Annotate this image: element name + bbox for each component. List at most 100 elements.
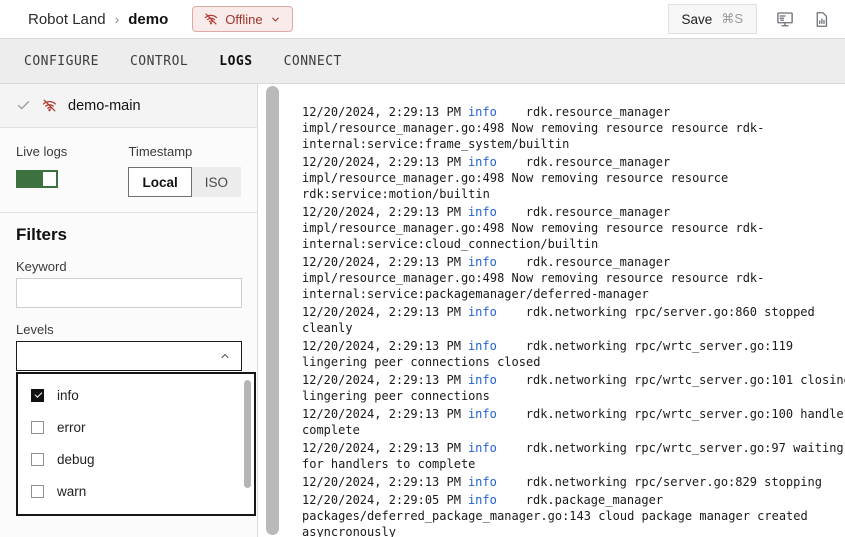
log-entry: 12/20/2024, 2:29:13 PMinfo rdk.resource_… (302, 154, 845, 202)
log-entry: 12/20/2024, 2:29:13 PMinfo rdk.resource_… (302, 254, 845, 302)
log-level[interactable]: info (468, 493, 497, 507)
tab-logs[interactable]: LOGS (219, 54, 252, 69)
wifi-off-icon (204, 12, 218, 26)
log-timestamp: 12/20/2024, 2:29:13 PM (302, 407, 461, 421)
log-level[interactable]: info (468, 339, 497, 353)
level-option-error[interactable]: error (18, 411, 254, 443)
filters-title: Filters (16, 225, 241, 245)
log-level[interactable]: info (468, 305, 497, 319)
level-option-info[interactable]: info (18, 379, 254, 411)
log-source-message: rdk.package_manager (497, 493, 663, 507)
log-scrollbar-thumb[interactable] (266, 86, 279, 535)
content: demo-main Live logs Timestamp Local ISO … (0, 84, 845, 537)
wifi-off-icon (42, 98, 57, 113)
machine-part-row[interactable]: demo-main (0, 84, 257, 128)
timestamp-option-iso[interactable]: ISO (192, 167, 241, 197)
log-timestamp: 12/20/2024, 2:29:13 PM (302, 205, 461, 219)
live-logs-control: Live logs (16, 144, 128, 212)
log-level[interactable]: info (468, 441, 497, 455)
log-level[interactable]: info (468, 105, 497, 119)
log-source-message: rdk.networking rpc/wrtc_server.go:97 wai… (497, 441, 844, 455)
tab-control[interactable]: CONTROL (130, 54, 188, 69)
log-message-line: for handlers to complete (302, 456, 845, 472)
log-message-line: lingering peer connections (302, 388, 845, 404)
log-message-line: lingering peer connections closed (302, 354, 845, 370)
breadcrumb-separator: › (115, 11, 120, 27)
log-controls: Live logs Timestamp Local ISO (0, 128, 257, 213)
timestamp-option-local[interactable]: Local (128, 167, 191, 197)
log-message-line: impl/resource_manager.go:498 Now removin… (302, 270, 845, 286)
log-message-line: asyncronously (302, 524, 845, 537)
tab-bar: CONFIGURE CONTROL LOGS CONNECT (0, 38, 845, 84)
log-entry: 12/20/2024, 2:29:13 PMinfo rdk.resource_… (302, 104, 845, 152)
log-source-message: rdk.resource_manager (497, 205, 670, 219)
log-source-message: rdk.resource_manager (497, 105, 670, 119)
log-report-icon[interactable] (813, 10, 831, 28)
log-entry: 12/20/2024, 2:29:13 PM info rdk.networkin… (302, 406, 845, 438)
save-shortcut: ⌘S (721, 11, 743, 27)
tab-configure[interactable]: CONFIGURE (24, 54, 99, 69)
header-actions: Save ⌘S (668, 4, 831, 34)
log-level[interactable]: info (468, 475, 497, 489)
log-message-line: impl/resource_manager.go:498 Now removin… (302, 170, 845, 186)
level-option-label: error (57, 420, 86, 435)
log-timestamp: 12/20/2024, 2:29:13 PM (302, 475, 461, 489)
breadcrumb-org[interactable]: Robot Land (28, 11, 106, 28)
keyword-input[interactable] (16, 278, 242, 308)
machine-part-name: demo-main (68, 98, 141, 114)
tab-connect[interactable]: CONNECT (284, 54, 342, 69)
log-entry: 12/20/2024, 2:29:13 PM info rdk.networkin… (302, 372, 845, 404)
toggle-knob (43, 172, 56, 186)
log-message-line: internal:service:frame_system/builtin (302, 136, 845, 152)
chevron-up-icon (219, 350, 231, 362)
dropdown-scrollbar-thumb[interactable] (244, 380, 251, 488)
log-timestamp: 12/20/2024, 2:29:13 PM (302, 339, 461, 353)
log-source-message: rdk.networking rpc/wrtc_server.go:100 ha… (497, 407, 845, 421)
log-entry: 12/20/2024, 2:29:13 PM info rdk.networkin… (302, 338, 845, 370)
levels-select[interactable] (16, 341, 242, 371)
checkbox-warn[interactable] (31, 485, 44, 498)
levels-dropdown: info error debug warn (16, 372, 256, 516)
level-option-debug[interactable]: debug (18, 443, 254, 475)
log-entry: 12/20/2024, 2:29:13 PM info rdk.networkin… (302, 440, 845, 472)
live-logs-label: Live logs (16, 144, 128, 159)
status-label: Offline (225, 12, 262, 27)
check-icon (16, 98, 31, 113)
save-button[interactable]: Save ⌘S (668, 4, 757, 34)
log-level[interactable]: info (468, 205, 497, 219)
log-message-line: impl/resource_manager.go:498 Now removin… (302, 220, 845, 236)
live-logs-toggle[interactable] (16, 170, 58, 188)
log-source-message: rdk.networking rpc/wrtc_server.go:119 (497, 339, 793, 353)
log-timestamp: 12/20/2024, 2:29:13 PM (302, 255, 461, 269)
log-source-message: rdk.resource_manager (497, 155, 670, 169)
machine-status-badge[interactable]: Offline (192, 6, 292, 32)
log-level[interactable]: info (468, 255, 497, 269)
level-option-label: debug (57, 452, 95, 467)
log-timestamp: 12/20/2024, 2:29:13 PM (302, 373, 461, 387)
keyword-label: Keyword (16, 259, 241, 274)
log-message-line: rdk:service:motion/builtin (302, 186, 845, 202)
checkbox-info[interactable] (31, 389, 44, 402)
monitor-icon[interactable] (776, 10, 794, 28)
log-panel: 12/20/2024, 2:29:13 PM info rdk.resource_… (258, 84, 845, 537)
level-option-warn[interactable]: warn (18, 475, 254, 507)
save-label: Save (682, 12, 713, 27)
log-level[interactable]: info (468, 155, 497, 169)
checkbox-debug[interactable] (31, 453, 44, 466)
breadcrumb-machine[interactable]: demo (128, 11, 168, 28)
levels-label: Levels (16, 322, 241, 337)
timestamp-segmented-control: Local ISO (128, 167, 241, 197)
log-timestamp: 12/20/2024, 2:29:13 PM (302, 441, 461, 455)
log-timestamp: 12/20/2024, 2:29:05 PM (302, 493, 461, 507)
log-entry: 12/20/2024, 2:29:05 PM info rdk.package_m… (302, 492, 845, 537)
log-source-message: rdk.networking rpc/wrtc_server.go:101 cl… (497, 373, 845, 387)
log-list: 12/20/2024, 2:29:13 PM info rdk.resource_… (258, 84, 845, 537)
log-message-line: impl/resource_manager.go:498 Now removin… (302, 120, 845, 136)
log-source-message: rdk.networking rpc/server.go:829 stoppin… (497, 475, 822, 489)
log-level[interactable]: info (468, 407, 497, 421)
log-level[interactable]: info (468, 373, 497, 387)
checkbox-error[interactable] (31, 421, 44, 434)
log-message-line: packages/deferred_package_manager.go:143… (302, 508, 845, 524)
log-message-line: internal:service:packagemanager/deferred… (302, 286, 845, 302)
timestamp-control: Timestamp Local ISO (128, 144, 241, 212)
